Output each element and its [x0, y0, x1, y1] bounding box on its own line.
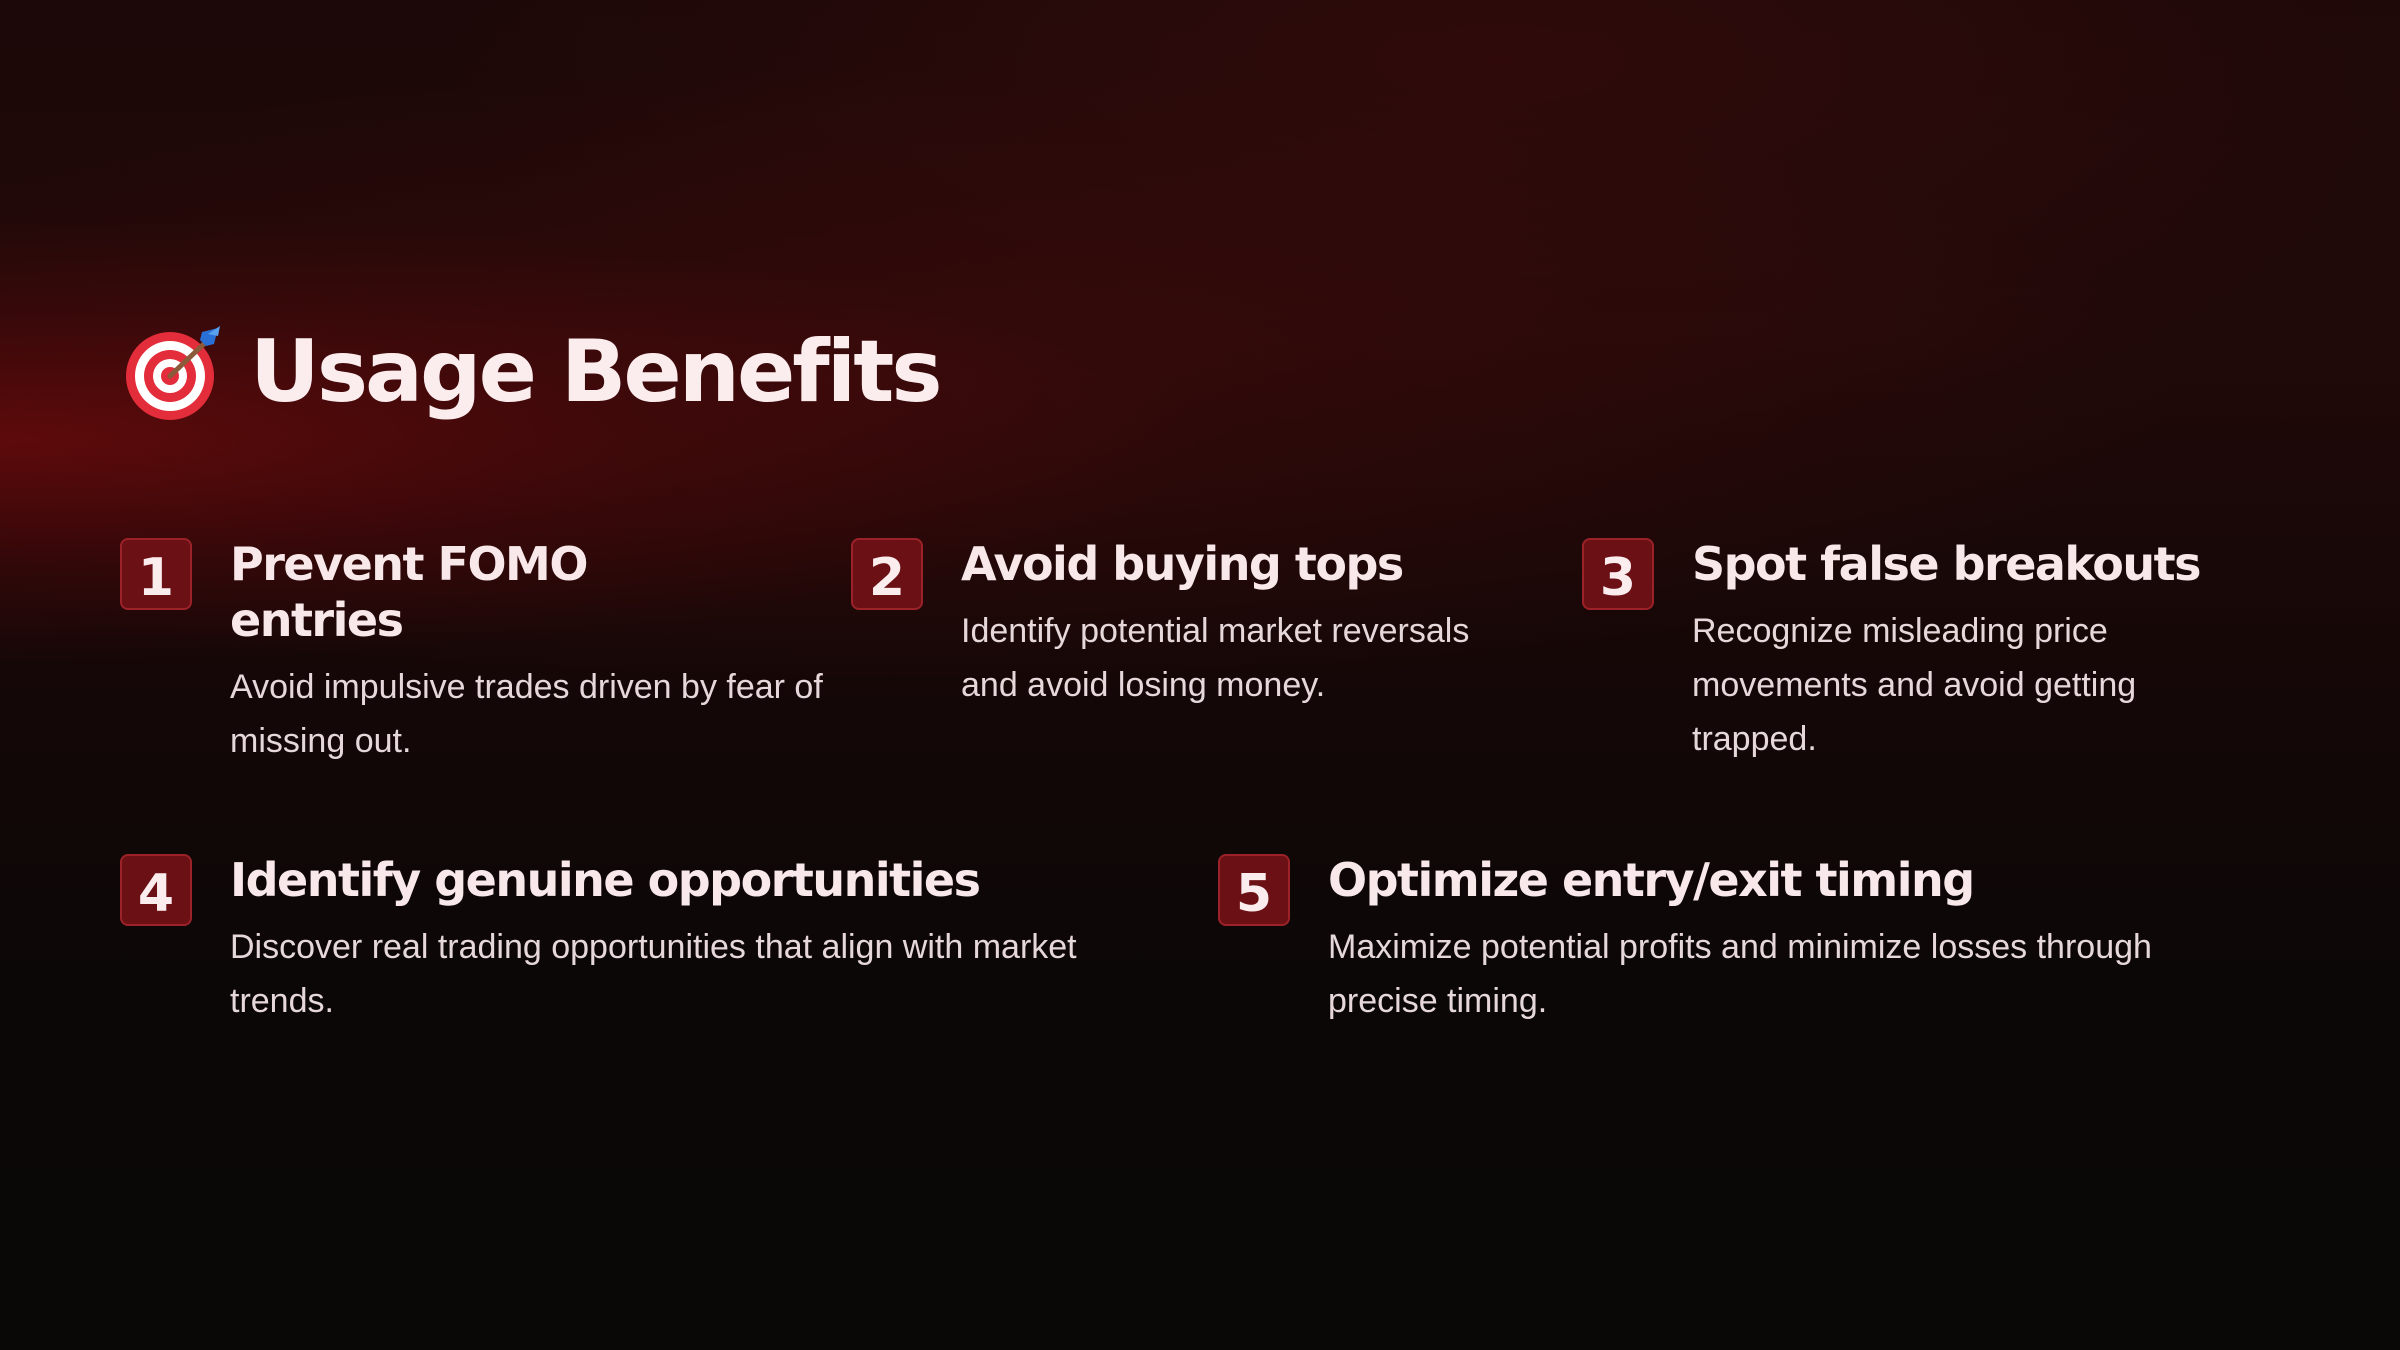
- benefit-description: Maximize potential profits and minimize …: [1328, 928, 2152, 1020]
- benefit-title: Prevent FOMO entries: [230, 537, 588, 647]
- benefit-description: Recognize misleading price movements and…: [1692, 612, 2137, 758]
- benefit-description: Discover real trading opportunities that…: [230, 928, 1077, 1020]
- benefit-description: Identify potential market reversals and …: [961, 612, 1470, 704]
- page-title: Usage Benefits: [250, 322, 943, 422]
- number-badge: 3: [1582, 538, 1654, 610]
- benefit-title: Optimize entry/exit timing: [1328, 853, 1975, 907]
- number-badge: 5: [1218, 854, 1290, 926]
- number-badge: 1: [120, 538, 192, 610]
- direct-hit-target-icon: [126, 326, 220, 420]
- benefit-title: Identify genuine opportunities: [230, 853, 981, 907]
- benefit-title: Spot false breakouts: [1692, 537, 2202, 591]
- number-badge: 2: [851, 538, 923, 610]
- number-badge: 4: [120, 854, 192, 926]
- benefit-title: Avoid buying tops: [961, 537, 1404, 591]
- page-header: Usage Benefits: [124, 312, 943, 432]
- benefit-description: Avoid impulsive trades driven by fear of…: [230, 668, 823, 760]
